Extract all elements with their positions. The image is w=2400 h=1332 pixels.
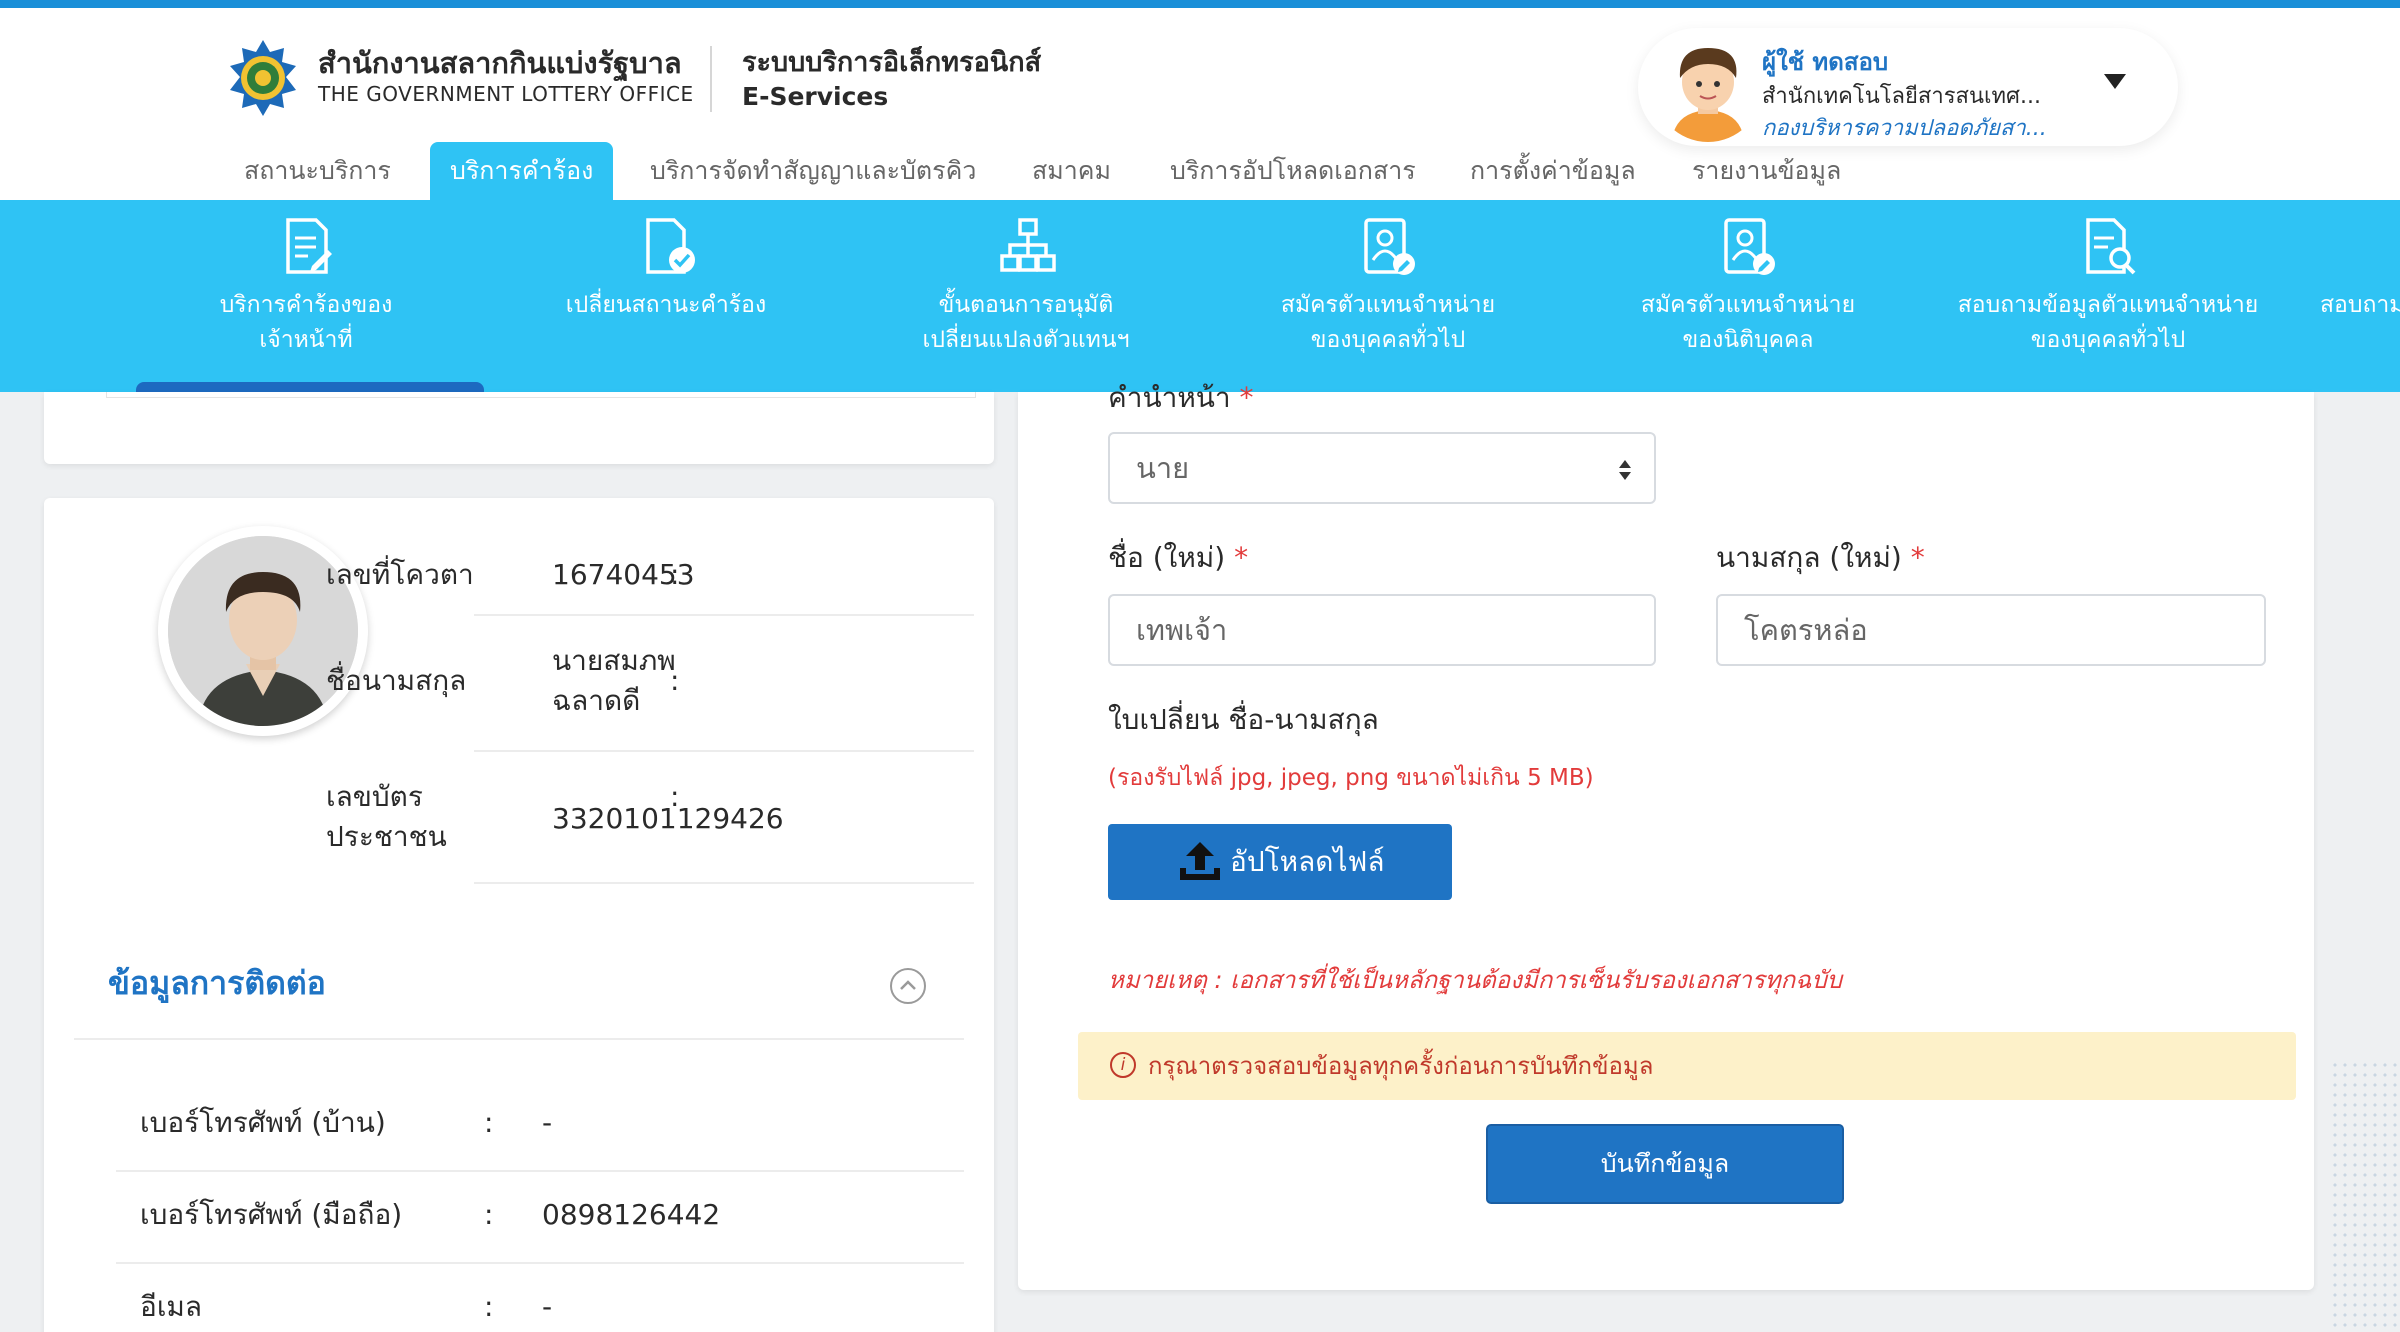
header-divider [710,46,712,112]
home-phone-value: - [542,1106,553,1139]
name-change-document-label: ใบเปลี่ยน ชื่อ-นามสกุล [1108,703,1379,736]
id-card-value: 3320101129426 [552,802,784,835]
subnav-label-line1: เปลี่ยนสถานะคำร้อง [565,292,767,318]
subnav-label-line2: ของบุคคลทั่วไป [1310,327,1466,353]
row-divider [474,750,974,752]
subnav-label-line1: ขั้นตอนการอนุมัติ [938,292,1114,318]
subnav-register-individual-agent[interactable]: สมัครตัวแทนจำหน่ายของบุคคลทั่วไป [1232,200,1544,392]
subnav-label-line1: บริการคำร้องของ [219,292,393,318]
left-top-card [44,392,994,464]
section-divider [74,1038,964,1040]
id-card-label-line1: เลขบัตร [326,780,423,813]
quota-label: เลขที่โควตา [326,558,474,591]
subnav-label-line1: สอบถาม [2320,292,2400,318]
title-prefix-select[interactable]: นาย [1108,432,1656,504]
tab-reports[interactable]: รายงานข้อมูล [1692,142,1841,200]
tab-requests[interactable]: บริการคำร้อง [430,142,614,200]
change-name-form: คำนำหน้า * นาย ชื่อ (ใหม่) * เทพเจ้า นาม… [1018,381,2314,1290]
fullname-label: ชื่อนามสกุล [326,664,467,697]
user-division: กองบริหารความปลอดภัยสา... [1762,116,2047,141]
subnav-label-line1: สมัครตัวแทนจำหน่าย [1640,292,1856,318]
last-name-input[interactable]: โคตรหล่อ [1716,594,2266,666]
home-phone-label: เบอร์โทรศัพท์ (บ้าน) [140,1106,386,1139]
mobile-phone-label: เบอร์โทรศัพท์ (มือถือ) [140,1198,403,1231]
glo-logo-icon [230,40,296,116]
tab-settings[interactable]: การตั้งค่าข้อมูล [1470,142,1636,200]
left-top-card-inner [106,392,976,398]
subnav-label-line2: เจ้าหน้าที่ [259,327,353,353]
user-department: สำนักเทคโนโลยีสารสนเทศ... [1762,84,2041,109]
document-check-icon [646,218,695,274]
upload-icon [1180,842,1220,880]
subnav-approval-workflow[interactable]: ขั้นตอนการอนุมัติเปลี่ยนแปลงตัวแทนฯ [870,200,1182,392]
company-card-edit-icon [1724,218,1775,275]
subnav-staff-requests[interactable]: บริการคำร้องของเจ้าหน้าที่ [150,200,462,392]
last-name-label: นามสกุล (ใหม่) * [1716,541,1925,574]
subnav-inquire-more[interactable]: สอบถาม [2312,200,2400,392]
user-avatar [1654,34,1762,142]
subnav-label-line2: ของบุคคลทั่วไป [2030,327,2186,353]
subnav-label-line2: เปลี่ยนแปลงตัวแทนฯ [922,327,1130,353]
tab-document-upload[interactable]: บริการอัปโหลดเอกสาร [1170,142,1416,200]
quota-value: 16740453 [552,558,695,591]
org-name-thai: สำนักงานสลากกินแบ่งรัฐบาล [318,46,682,80]
subnav-label-line1: สอบถามข้อมูลตัวแทนจำหน่าย [1957,292,2259,318]
row-divider [116,1170,964,1172]
subnav-inquire-agent-info[interactable]: สอบถามข้อมูลตัวแทนจำหน่ายของบุคคลทั่วไป [1952,200,2264,392]
email-colon: : [484,1290,494,1323]
system-name-thai: ระบบบริการอิเล็กทรอนิกส์ [742,47,1042,78]
workflow-icon [1000,218,1056,272]
edit-document-icon [286,218,332,274]
system-name-english: E-Services [742,82,889,111]
id-card-label-line2: ประชาชน [326,820,447,853]
fullname-value-line2: ฉลาดดี [552,684,641,717]
email-label: อีเมล [140,1290,203,1323]
fullname-value-line1: นายสมภพ [552,644,676,677]
decorative-dot-pattern [2330,1060,2400,1332]
info-icon: i [1110,1052,1136,1078]
user-name: ผู้ใช้ ทดสอบ [1762,48,1889,76]
last-name-value: โคตรหล่อ [1744,613,1868,647]
first-name-label: ชื่อ (ใหม่) * [1108,541,1249,574]
mobile-phone-value: 0898126442 [542,1198,721,1231]
sub-navigation: บริการคำร้องของเจ้าหน้าที่ เปลี่ยนสถานะค… [0,200,2400,392]
org-name-english: THE GOVERNMENT LOTTERY OFFICE [318,82,694,106]
select-arrows-icon [1619,460,1631,480]
save-button[interactable]: บันทึกข้อมูล [1486,1124,1844,1204]
first-name-input[interactable]: เทพเจ้า [1108,594,1656,666]
row-divider [474,882,974,884]
top-accent-bar [0,0,2400,8]
mobile-phone-colon: : [484,1198,494,1231]
upload-file-label: อัปโหลดไฟล์ [1230,845,1385,878]
subnav-active-indicator [136,382,484,392]
row-divider [474,614,974,616]
row-divider [116,1262,964,1264]
subnav-label-line2: ของนิติบุคคล [1682,327,1814,353]
subnav-register-corporate-agent[interactable]: สมัครตัวแทนจำหน่ายของนิติบุคคล [1592,200,1904,392]
email-value: - [542,1290,553,1323]
tab-association[interactable]: สมาคม [1032,142,1111,200]
home-phone-colon: : [484,1106,494,1139]
title-prefix-label: คำนำหน้า * [1108,381,1254,414]
warning-alert: i กรุณาตรวจสอบข้อมูลทุกครั้งก่อนการบันทึ… [1078,1032,2296,1100]
document-note: หมายเหตุ : เอกสารที่ใช้เป็นหลักฐานต้องมี… [1108,966,1842,994]
file-type-hint: (รองรับไฟล์ jpg, jpeg, png ขนาดไม่เกิน 5… [1108,765,1594,791]
person-card-edit-icon [1364,218,1415,275]
contact-section-title: ข้อมูลการติดต่อ [108,964,326,1002]
upload-file-button[interactable]: อัปโหลดไฟล์ [1108,824,1452,900]
tab-service-status[interactable]: สถานะบริการ [244,142,391,200]
title-prefix-selected: นาย [1136,451,1190,485]
subnav-label-line1: สมัครตัวแทนจำหน่าย [1280,292,1496,318]
tab-contracts-queue[interactable]: บริการจัดทำสัญญาและบัตรคิว [650,142,976,200]
chevron-up-icon[interactable] [890,968,926,1004]
subnav-change-request-status[interactable]: เปลี่ยนสถานะคำร้อง [510,200,822,392]
user-menu[interactable]: ผู้ใช้ ทดสอบ สำนักเทคโนโลยีสารสนเทศ... ก… [1638,28,2178,146]
caret-down-icon[interactable] [2104,74,2126,89]
document-search-icon [2086,218,2136,275]
warning-text: กรุณาตรวจสอบข้อมูลทุกครั้งก่อนการบันทึกข… [1148,1052,1654,1080]
first-name-value: เทพเจ้า [1136,613,1228,647]
profile-card: เลขที่โควตา : 16740453 ชื่อนามสกุล : นาย… [44,498,994,1332]
